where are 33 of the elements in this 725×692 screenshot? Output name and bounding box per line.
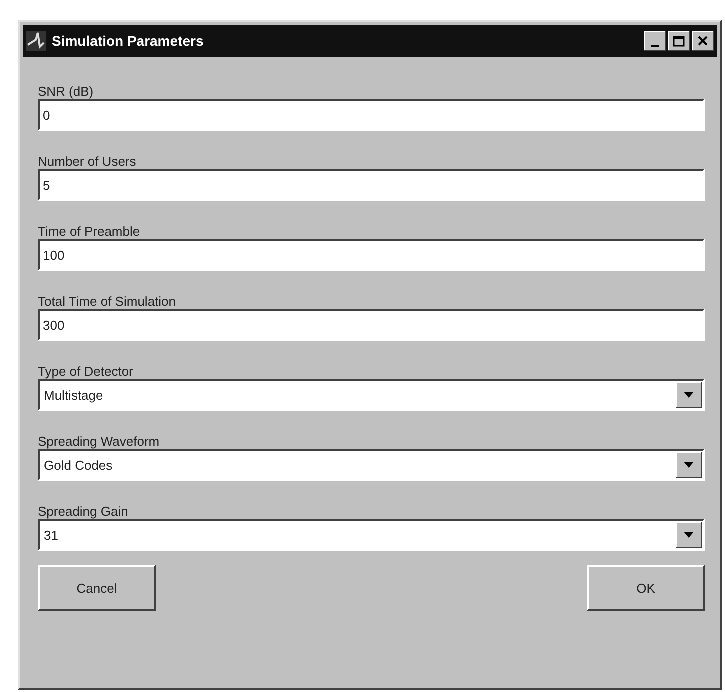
field-label: Time of Preamble xyxy=(38,223,142,239)
dropdown-button[interactable] xyxy=(676,382,702,408)
caret-icon xyxy=(684,532,694,538)
dropdown-value: Gold Codes xyxy=(43,458,114,472)
maximize-icon xyxy=(673,36,685,46)
input-field[interactable]: 100 xyxy=(38,239,705,271)
dropdown-button[interactable] xyxy=(676,452,702,478)
minimize-icon xyxy=(651,44,659,46)
close-button[interactable] xyxy=(692,31,714,51)
field-label: Spreading Waveform xyxy=(38,433,161,449)
field-label: SNR (dB) xyxy=(38,83,95,99)
dropdown-button[interactable] xyxy=(676,522,702,548)
field-label: Total Time of Simulation xyxy=(38,293,178,309)
app-icon xyxy=(26,31,46,51)
field-label: Spreading Gain xyxy=(38,503,130,519)
dropdown-value: Multistage xyxy=(43,388,104,402)
input-field[interactable]: 0 xyxy=(38,99,705,131)
ok-button[interactable]: OK xyxy=(587,565,705,611)
window-title: Simulation Parameters xyxy=(52,33,205,49)
input-field[interactable]: 5 xyxy=(38,169,705,201)
minimize-button[interactable] xyxy=(644,31,666,51)
caret-icon xyxy=(684,392,694,398)
caret-icon xyxy=(684,462,694,468)
close-icon xyxy=(698,36,708,46)
input-field[interactable]: 300 xyxy=(38,309,705,341)
dropdown[interactable]: Gold Codes xyxy=(38,449,705,481)
maximize-button[interactable] xyxy=(668,31,690,51)
cancel-button[interactable]: Cancel xyxy=(38,565,156,611)
field-label: Number of Users xyxy=(38,153,138,169)
dropdown[interactable]: 31 xyxy=(38,519,705,551)
dropdown-value: 31 xyxy=(43,528,60,542)
field-label: Type of Detector xyxy=(38,363,134,379)
dropdown[interactable]: Multistage xyxy=(38,379,705,411)
